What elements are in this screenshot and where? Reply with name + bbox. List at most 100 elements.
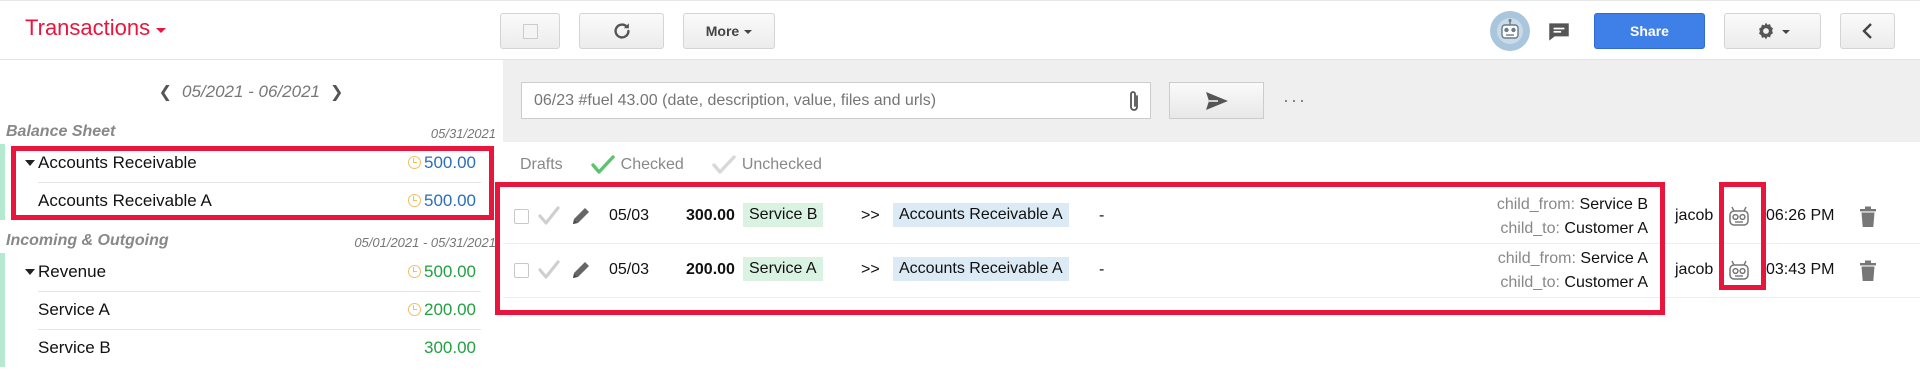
robot-avatar-icon	[1497, 18, 1523, 44]
account-row-accounts-receivable-a[interactable]: Accounts Receivable A 500.00	[5, 182, 496, 220]
checkmark-icon	[712, 155, 736, 174]
refresh-button[interactable]	[579, 13, 664, 49]
settings-dropdown-button[interactable]	[1724, 13, 1821, 49]
meta-value: Customer A	[1564, 220, 1648, 237]
row-checkbox[interactable]	[514, 263, 529, 278]
check-icon[interactable]	[538, 259, 560, 281]
meta-value: Service B	[1579, 196, 1648, 213]
account-balance: 300.00	[424, 338, 476, 357]
clock-icon	[408, 194, 421, 207]
to-account-tag[interactable]: Accounts Receivable A	[893, 257, 1069, 281]
date-range-label: 05/2021 - 06/2021	[181, 82, 320, 101]
account-row-service-b[interactable]: Service B 300.00	[5, 329, 496, 367]
transaction-user: jacob	[1675, 261, 1714, 278]
chevron-left-icon[interactable]: ❮	[159, 82, 172, 102]
more-dropdown-button[interactable]: More	[683, 13, 775, 49]
filter-unchecked[interactable]: Unchecked	[712, 155, 822, 175]
gear-icon	[1758, 22, 1773, 40]
share-label: Share	[1630, 23, 1669, 39]
pencil-icon[interactable]	[569, 258, 593, 282]
more-options-icon[interactable]: ···	[1283, 90, 1307, 111]
robot-avatar-icon	[1729, 260, 1749, 280]
user-avatar[interactable]	[1490, 11, 1530, 51]
transfer-arrow: >>	[861, 261, 880, 278]
send-button[interactable]	[1169, 82, 1264, 119]
status-filters: Drafts Checked Unchecked	[520, 155, 850, 175]
trash-icon[interactable]	[1858, 205, 1878, 229]
pencil-icon[interactable]	[569, 204, 593, 228]
filter-label: Drafts	[520, 156, 563, 173]
share-button[interactable]: Share	[1594, 13, 1705, 49]
from-account-tag[interactable]: Service B	[743, 203, 824, 227]
section-header-balance-sheet: Balance Sheet 05/31/2021	[6, 123, 496, 141]
page-title-dropdown[interactable]: Transactions	[25, 15, 167, 41]
trash-icon[interactable]	[1858, 259, 1878, 283]
transaction-time: 03:43 PM	[1766, 261, 1835, 278]
transactions-panel: ··· Drafts Checked Unchecked	[503, 60, 1920, 377]
section-title: Balance Sheet	[6, 123, 116, 140]
date-range-nav: ❮ 05/2021 - 06/2021 ❯	[0, 82, 502, 102]
clock-icon	[408, 303, 421, 316]
account-row-service-a[interactable]: Service A 200.00	[5, 291, 496, 329]
account-row-accounts-receivable[interactable]: Accounts Receivable 500.00	[5, 144, 496, 182]
from-account-tag[interactable]: Service A	[743, 257, 823, 281]
transaction-date: 05/03	[609, 261, 650, 278]
select-all-checkbox-button[interactable]	[500, 13, 560, 49]
account-label: Accounts Receivable	[38, 153, 197, 172]
chevron-right-icon[interactable]: ❯	[330, 82, 343, 102]
transaction-description: -	[1099, 261, 1105, 278]
transaction-meta: child_from: Service B child_to: Customer…	[1497, 193, 1648, 241]
account-balance: 500.00	[424, 191, 476, 210]
transaction-amount: 200.00	[686, 261, 735, 278]
transaction-date: 05/03	[609, 207, 650, 224]
account-label: Accounts Receivable A	[38, 191, 212, 210]
caret-down-icon[interactable]	[25, 269, 35, 275]
account-group-incoming-outgoing: Revenue 500.00 Service A 200.00 Service …	[0, 253, 496, 367]
transfer-arrow: >>	[861, 207, 880, 224]
transaction-amount: 300.00	[686, 207, 735, 224]
section-date: 05/31/2021	[430, 126, 496, 141]
transaction-row[interactable]: 05/03 300.00 Service B >> Accounts Recei…	[503, 190, 1920, 244]
account-balance: 500.00	[424, 262, 476, 281]
caret-down-icon	[744, 30, 753, 34]
transaction-meta: child_from: Service A child_to: Customer…	[1498, 247, 1648, 295]
meta-value: Customer A	[1564, 274, 1648, 291]
meta-value: Service A	[1580, 250, 1648, 267]
account-group-balance-sheet: Accounts Receivable 500.00 Accounts Rece…	[0, 144, 496, 220]
account-label: Revenue	[38, 262, 107, 281]
caret-down-icon	[156, 27, 167, 33]
paperclip-icon[interactable]	[1125, 89, 1143, 115]
checkmark-icon	[590, 155, 615, 174]
account-row-revenue[interactable]: Revenue 500.00	[5, 253, 496, 291]
caret-down-icon[interactable]	[25, 160, 35, 166]
account-label: Service A	[38, 300, 110, 319]
refresh-icon	[613, 23, 630, 39]
transaction-row[interactable]: 05/03 200.00 Service A >> Accounts Recei…	[503, 244, 1920, 298]
accounts-sidebar: ❮ 05/2021 - 06/2021 ❯ Balance Sheet 05/3…	[0, 60, 502, 377]
transaction-input[interactable]	[521, 82, 1151, 119]
filter-checked[interactable]: Checked	[590, 155, 684, 175]
meta-key: child_to:	[1500, 220, 1560, 237]
filter-label: Checked	[620, 156, 684, 173]
transaction-time: 06:26 PM	[1766, 207, 1835, 224]
account-label: Service B	[38, 338, 111, 357]
transaction-description: -	[1099, 207, 1105, 224]
meta-key: child_to:	[1500, 274, 1560, 291]
row-checkbox[interactable]	[514, 209, 529, 224]
to-account-tag[interactable]: Accounts Receivable A	[893, 203, 1069, 227]
account-balance: 200.00	[424, 300, 476, 319]
meta-key: child_from:	[1496, 196, 1576, 213]
transaction-user: jacob	[1675, 207, 1714, 224]
chevron-left-icon	[1861, 23, 1872, 39]
page-title: Transactions	[25, 15, 151, 40]
robot-avatar-icon	[1729, 206, 1749, 226]
transaction-list: 05/03 300.00 Service B >> Accounts Recei…	[503, 190, 1920, 298]
check-icon[interactable]	[538, 205, 560, 227]
collapse-panel-button[interactable]	[1840, 13, 1895, 49]
comment-icon[interactable]	[1546, 19, 1572, 45]
filter-label: Unchecked	[741, 156, 822, 173]
account-balance: 500.00	[424, 153, 476, 172]
checkbox-icon	[522, 23, 538, 39]
send-icon	[1205, 91, 1228, 110]
filter-drafts[interactable]: Drafts	[520, 156, 563, 174]
